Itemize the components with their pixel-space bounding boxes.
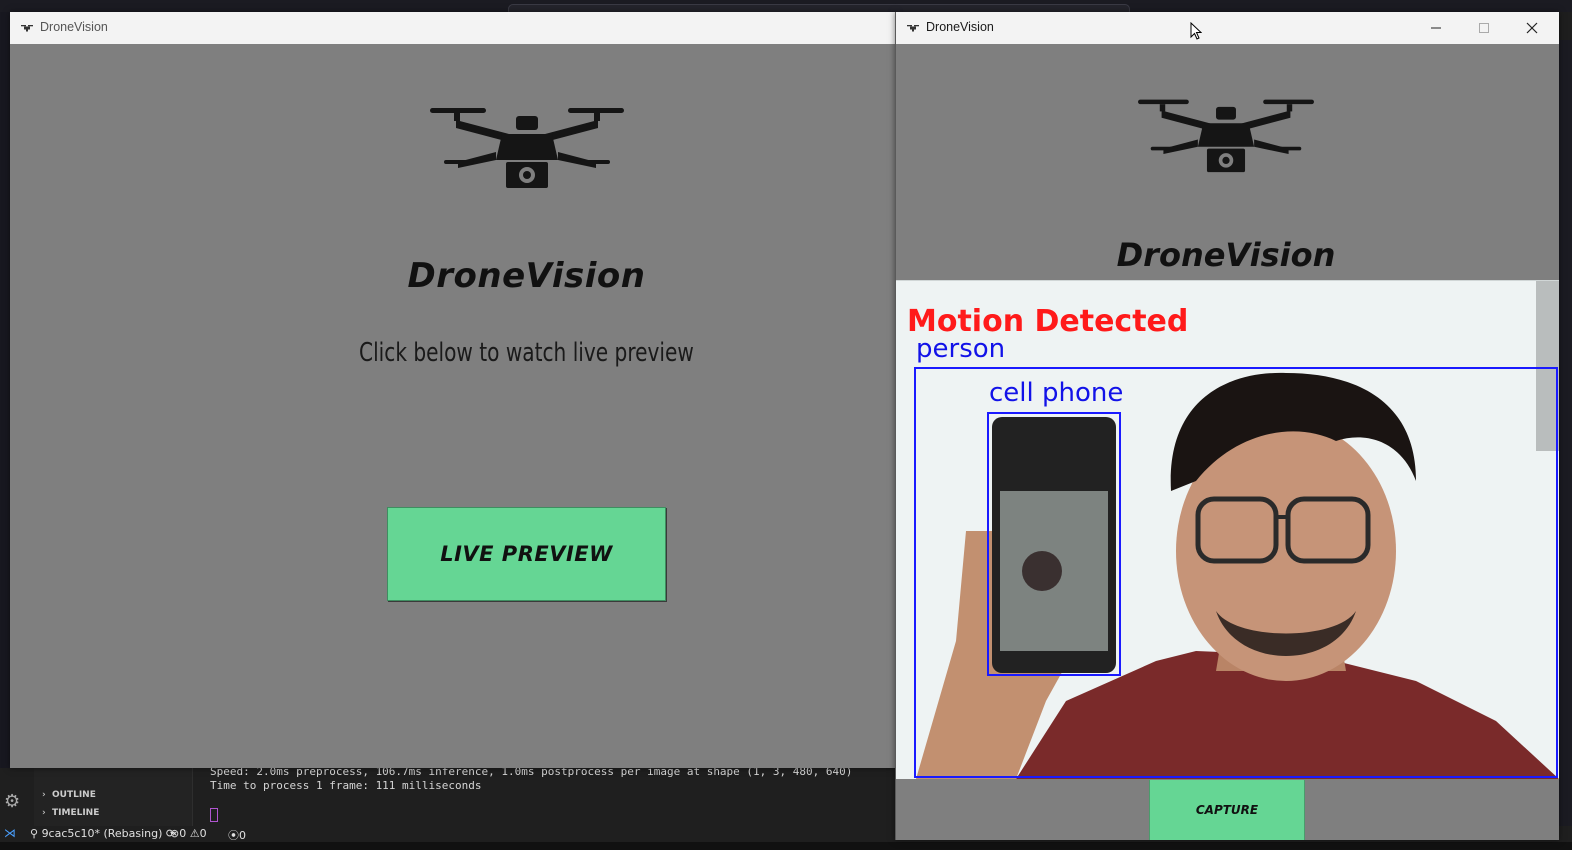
terminal-cursor <box>210 808 218 822</box>
taskbar-edge <box>0 842 1572 850</box>
branch-icon: ⚲ <box>30 827 39 840</box>
timeline-label: TIMELINE <box>52 808 100 818</box>
minimize-button[interactable] <box>1412 12 1460 44</box>
error-count: 0 <box>179 827 187 840</box>
ports-count: 0 <box>239 829 246 842</box>
maximize-icon <box>1479 23 1489 33</box>
drone-logo-icon <box>430 108 624 188</box>
mouse-cursor-icon <box>1190 22 1202 40</box>
ide-title-bar <box>0 0 1572 16</box>
capture-button[interactable]: CAPTURE <box>1149 780 1305 840</box>
instruction-text: Click below to watch live preview <box>359 338 694 368</box>
detection-label-person: person <box>916 334 1006 364</box>
branch-label: 9cac5c10* (Rebasing) <box>41 827 163 840</box>
gear-icon[interactable]: ⚙ <box>4 792 24 812</box>
detection-box-cell-phone <box>987 412 1121 676</box>
dronevision-main-window: DroneVision DroneVision Click below to w… <box>10 12 896 768</box>
drone-logo-icon <box>1138 99 1314 173</box>
error-icon: ⊗ <box>170 827 180 840</box>
timeline-section[interactable]: › TIMELINE <box>42 808 99 818</box>
ports-status[interactable]: ⦿0 <box>228 827 246 843</box>
branch-status[interactable]: ⚲ 9cac5c10* (Rebasing) ⟳ <box>30 827 175 840</box>
close-icon <box>1526 22 1538 34</box>
drone-app-icon <box>21 25 33 32</box>
window-title: DroneVision <box>40 20 108 34</box>
brand-title: DroneVision <box>1116 236 1336 274</box>
broadcast-icon: ⦿ <box>228 829 239 842</box>
live-preview-button[interactable]: LIVE PREVIEW <box>387 507 666 601</box>
close-button[interactable] <box>1508 12 1556 44</box>
ide-explorer-sections: › OUTLINE › TIMELINE <box>34 768 193 826</box>
ide-right-edge <box>1558 40 1572 826</box>
chevron-right-icon: › <box>42 808 46 818</box>
detection-label-cell-phone: cell phone <box>989 378 1124 408</box>
window-title-bar[interactable]: DroneVision <box>896 12 1559 44</box>
ide-activity-bar <box>0 12 10 842</box>
chevron-right-icon: › <box>42 790 46 800</box>
motion-detected-label: Motion Detected <box>907 304 1189 339</box>
terminal-line: Time to process 1 frame: 111 millisecond… <box>210 779 482 792</box>
outline-label: OUTLINE <box>52 790 96 800</box>
minimize-icon <box>1431 27 1441 29</box>
brand-title: DroneVision <box>407 256 646 296</box>
ide-bottom-area: › OUTLINE › TIMELINE ⚙ Speed: 2.0ms prepro… <box>0 765 900 826</box>
camera-feed: Motion Detected person cell phone <box>896 280 1559 779</box>
remote-icon[interactable]: ⋊ <box>4 826 16 840</box>
warning-count: 0 <box>199 827 207 840</box>
warning-icon: ⚠ <box>189 827 200 840</box>
dronevision-preview-window: DroneVision DroneVision Motion Detected … <box>895 12 1559 840</box>
outline-section[interactable]: › OUTLINE <box>42 790 96 800</box>
window-title-bar[interactable]: DroneVision <box>10 12 896 44</box>
drone-app-icon <box>907 25 919 32</box>
window-title: DroneVision <box>926 20 994 34</box>
problems-status[interactable]: ⊗0 ⚠0 <box>170 827 207 840</box>
maximize-button[interactable] <box>1460 12 1508 44</box>
